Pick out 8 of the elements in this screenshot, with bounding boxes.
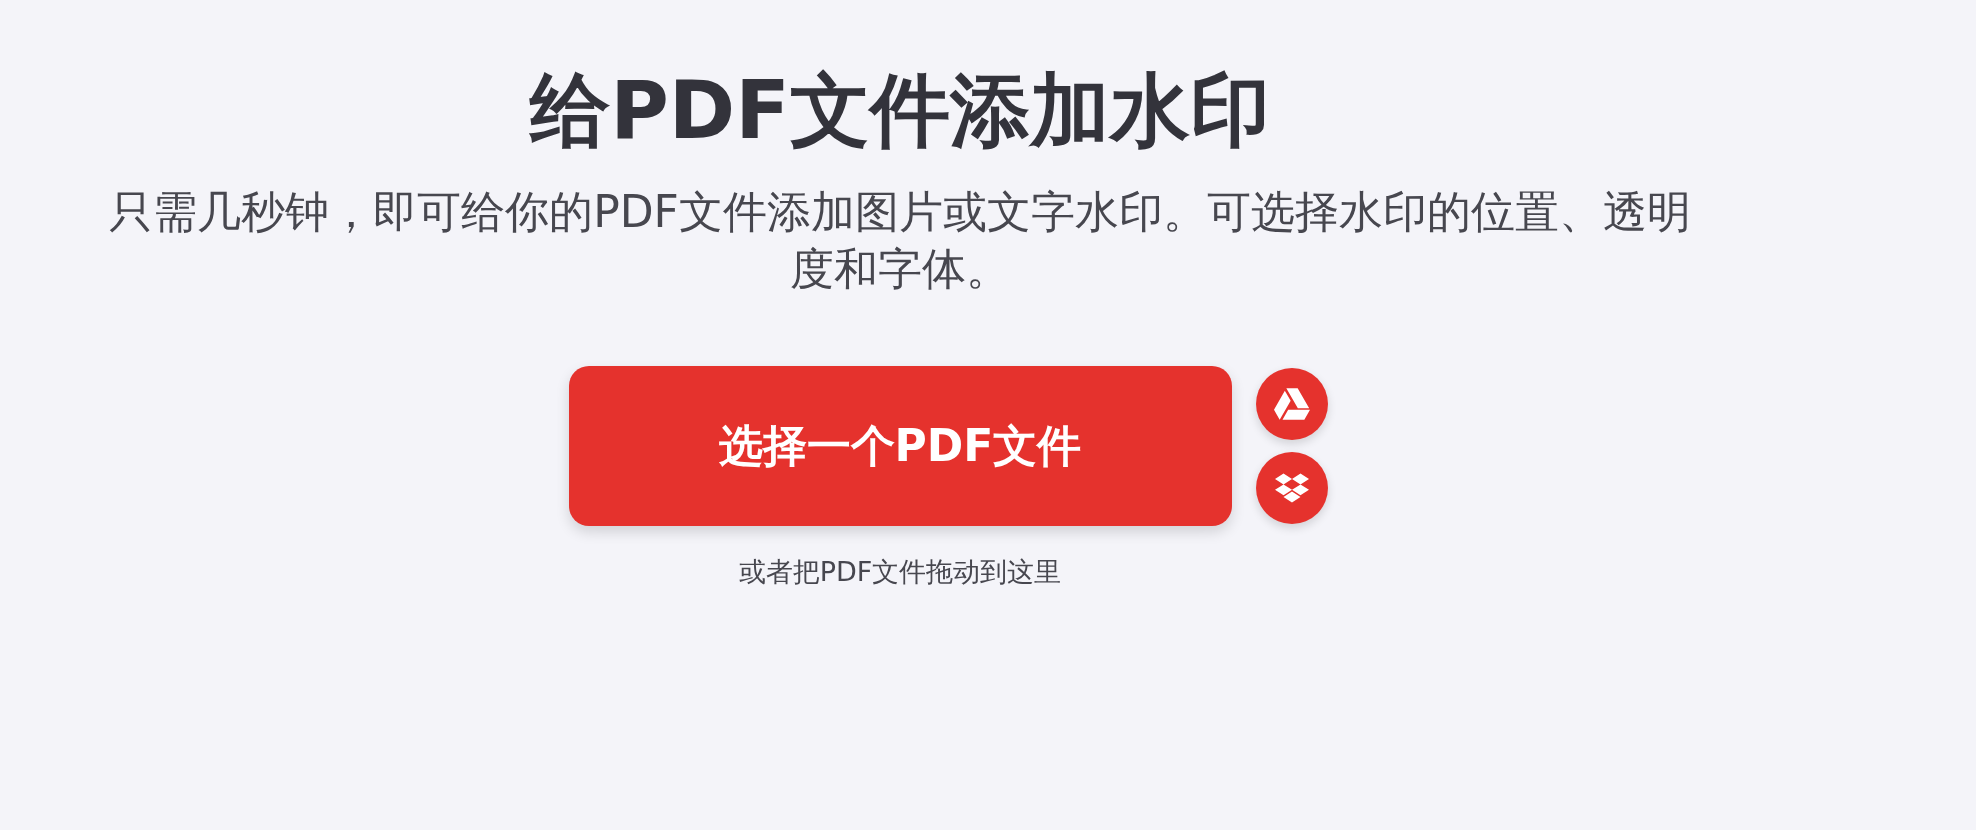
triangle-logo-button[interactable] [1255,368,1328,440]
open-boxes-icon [1274,471,1309,505]
triangle-logo-icon [1273,386,1310,422]
drop-hint: 或者把PDF文件拖动到这里 [738,555,1062,589]
page-description: 只需几秒钟，即可给你的PDF文件添加图片或文字水印。可选择水印的位置、透明度和字体。 [108,185,1692,296]
open-boxes-button[interactable] [1255,452,1328,524]
select-file-button[interactable]: 选择一个PDF文件 [568,366,1232,526]
page-title: 给PDF文件添加水印 [530,63,1270,159]
